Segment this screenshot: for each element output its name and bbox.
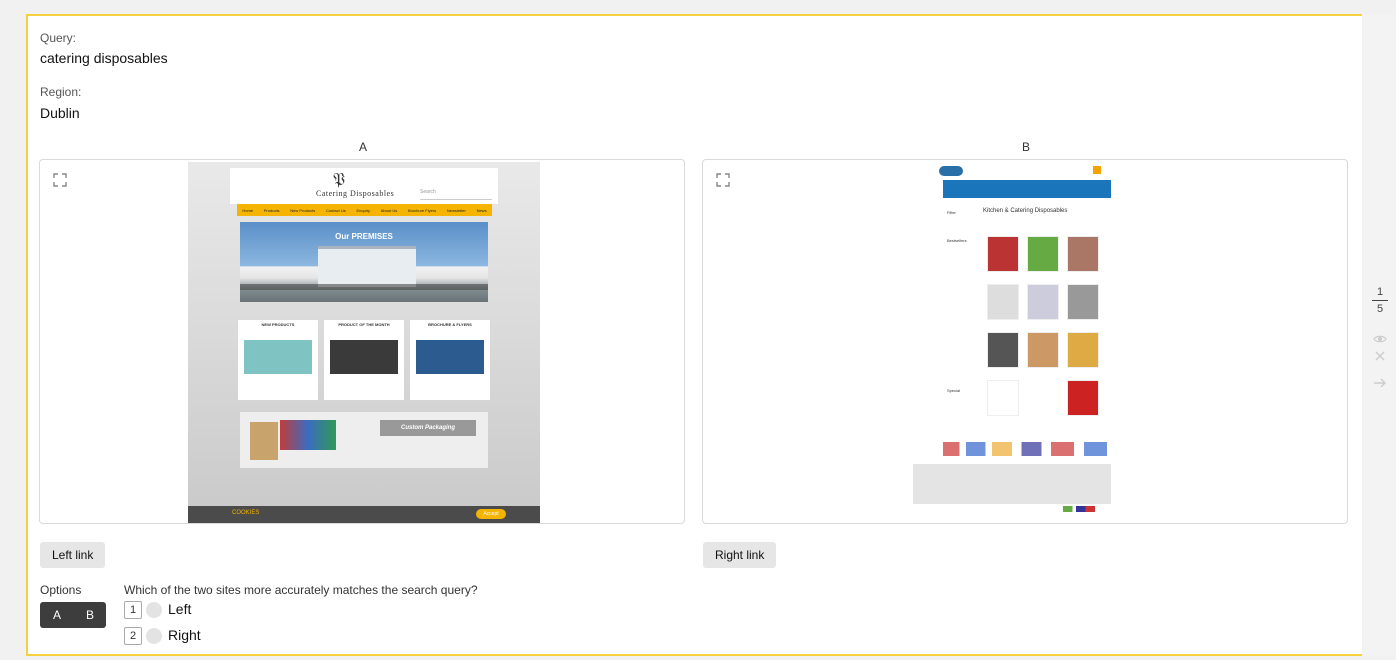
site-a-section-title: NEW PRODUCTS bbox=[261, 322, 295, 327]
site-a-nav: Home Products New Products Contact Us Enquir… bbox=[237, 204, 492, 216]
close-icon[interactable] bbox=[1373, 349, 1387, 363]
site-b-nav bbox=[943, 180, 1111, 198]
task-counter: 1 5 bbox=[1372, 286, 1388, 315]
ab-toggle[interactable]: A B bbox=[40, 602, 106, 628]
site-a-section: BROCHURE & FLYERS bbox=[410, 320, 490, 400]
site-a-nav-item[interactable]: Contact Us bbox=[326, 208, 346, 213]
site-b-page-title: Kitchen & Catering Disposables bbox=[983, 208, 1068, 214]
site-a-section: PRODUCT OF THE MONTH bbox=[324, 320, 404, 400]
site-a-section-title: BROCHURE & FLYERS bbox=[428, 322, 472, 327]
site-a-nav-item[interactable]: Home bbox=[242, 208, 253, 213]
query-label: Query: bbox=[40, 31, 77, 45]
site-a-nav-item[interactable]: About Us bbox=[381, 208, 397, 213]
site-b-product-thumb[interactable] bbox=[1027, 332, 1059, 368]
answer-label: Left bbox=[168, 601, 192, 617]
eye-icon[interactable] bbox=[1373, 332, 1387, 346]
site-a-logo-icon: 𝔓 bbox=[333, 170, 346, 189]
site-b-panel: Kitchen & Catering Disposables Filter Be… bbox=[702, 159, 1348, 524]
right-link-button[interactable]: Right link bbox=[703, 542, 777, 568]
site-a-nav-item[interactable]: Enquiry bbox=[356, 208, 370, 213]
column-header-a: A bbox=[358, 140, 367, 154]
expand-icon[interactable] bbox=[52, 172, 68, 188]
site-a-nav-item[interactable]: Products bbox=[264, 208, 280, 213]
site-b-screenshot[interactable]: Kitchen & Catering Disposables Filter Be… bbox=[913, 162, 1111, 514]
site-a-banner-title: Our PREMISES bbox=[335, 232, 393, 241]
site-a-panel: 𝔓 Catering Disposables Search Home Produc… bbox=[39, 159, 685, 524]
site-a-cookies: COOKIES bbox=[232, 510, 260, 516]
left-link-button[interactable]: Left link bbox=[40, 542, 106, 568]
region-label: Region: bbox=[40, 85, 82, 99]
site-b-product-thumb[interactable] bbox=[1027, 284, 1059, 320]
counter-current: 1 bbox=[1372, 286, 1388, 301]
region-value: Dublin bbox=[40, 105, 80, 121]
site-a-custom-packaging-title: Custom Packaging bbox=[380, 420, 476, 436]
site-a-screenshot[interactable]: 𝔓 Catering Disposables Search Home Produc… bbox=[188, 162, 540, 523]
site-b-product-thumb[interactable] bbox=[987, 236, 1019, 272]
site-a-section-title: PRODUCT OF THE MONTH bbox=[338, 322, 390, 327]
site-a-custom-packaging: Custom Packaging bbox=[240, 412, 488, 468]
site-b-filter: Filter bbox=[947, 210, 956, 215]
answer-label: Right bbox=[168, 627, 201, 643]
site-b-bestsellers: Bestsellers bbox=[947, 238, 967, 243]
arrow-right-icon[interactable] bbox=[1373, 376, 1387, 390]
toggle-b[interactable]: B bbox=[86, 608, 94, 622]
hotkey-badge: 1 bbox=[124, 601, 142, 619]
site-a-nav-item[interactable]: Newsletter bbox=[447, 208, 466, 213]
site-a-banner: Our PREMISES bbox=[240, 222, 488, 302]
expand-icon[interactable] bbox=[715, 172, 731, 188]
site-b-product-thumb[interactable] bbox=[987, 284, 1019, 320]
radio-circle[interactable] bbox=[146, 628, 162, 644]
site-a-brand: Catering Disposables bbox=[316, 189, 395, 198]
site-a-nav-item[interactable]: News bbox=[477, 208, 487, 213]
site-b-product-thumb[interactable] bbox=[1067, 380, 1099, 416]
site-b-product-thumb[interactable] bbox=[987, 380, 1019, 416]
site-b-product-thumb[interactable] bbox=[1027, 236, 1059, 272]
counter-total: 5 bbox=[1376, 303, 1384, 315]
site-b-product-thumb[interactable] bbox=[987, 332, 1019, 368]
site-b-product-thumb[interactable] bbox=[1067, 284, 1099, 320]
site-a-nav-item[interactable]: New Products bbox=[290, 208, 315, 213]
site-b-product-thumb[interactable] bbox=[1067, 236, 1099, 272]
options-label: Options bbox=[40, 583, 82, 597]
site-a-search: Search bbox=[420, 189, 492, 200]
toggle-a[interactable]: A bbox=[53, 608, 61, 622]
column-header-b: B bbox=[1021, 140, 1030, 154]
question-text: Which of the two sites more accurately m… bbox=[124, 583, 478, 597]
radio-circle[interactable] bbox=[146, 602, 162, 618]
query-value: catering disposables bbox=[40, 50, 168, 66]
site-b-product-thumb[interactable] bbox=[1067, 332, 1099, 368]
site-a-section: NEW PRODUCTS bbox=[238, 320, 318, 400]
hotkey-badge: 2 bbox=[124, 627, 142, 645]
site-a-nav-item[interactable]: Brochure Flyers bbox=[408, 208, 436, 213]
site-a-accept-button[interactable]: Accept bbox=[476, 509, 506, 519]
site-b-special: Special bbox=[947, 388, 961, 393]
